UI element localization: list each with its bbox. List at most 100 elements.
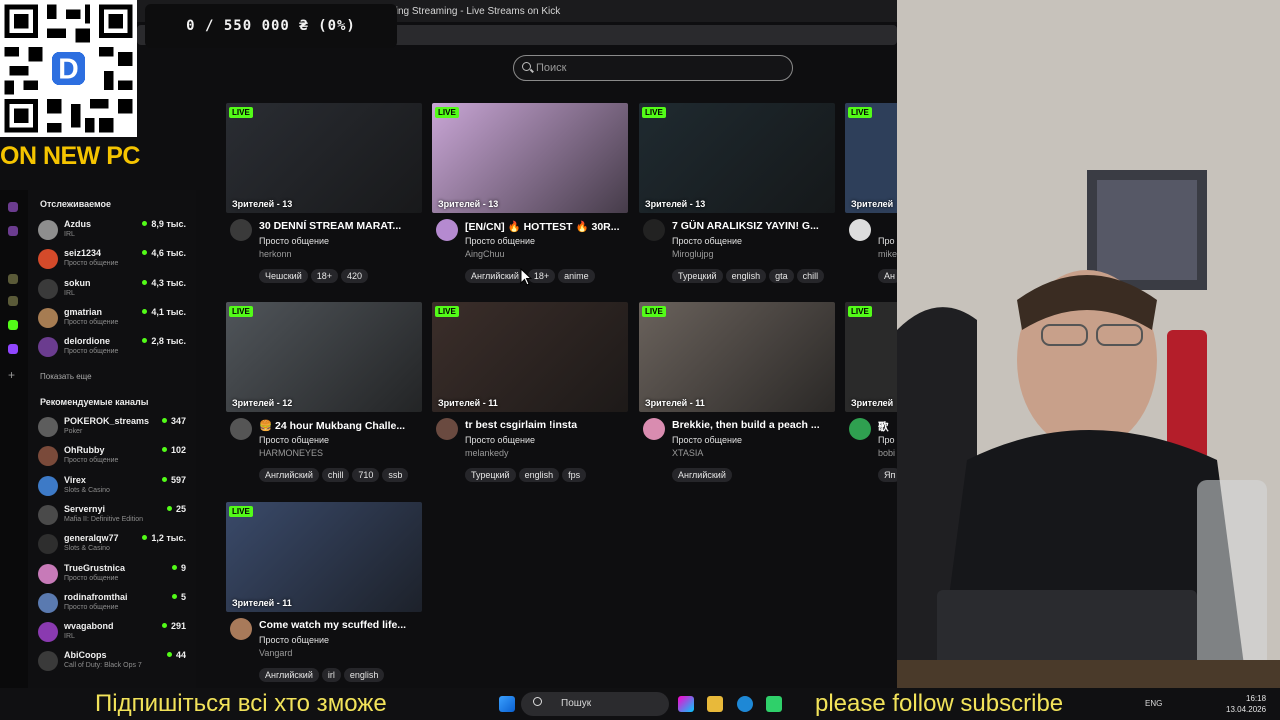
copilot-icon[interactable]	[678, 696, 694, 712]
tag[interactable]: english	[343, 668, 385, 682]
stream-category[interactable]: Просто общение	[465, 435, 535, 445]
stream-title[interactable]: 30 DENNÍ STREAM MARAT...	[259, 220, 422, 232]
sidebar-channel[interactable]: generalqw77 Slots & Casino 1,2 тыс.	[38, 532, 194, 558]
show-more-link[interactable]: Показать еще	[40, 372, 92, 381]
stream-thumbnail[interactable]: LIVE Зрителей - 11	[639, 302, 835, 412]
stream-thumbnail[interactable]: LIVE Зрителей - 13	[432, 103, 628, 213]
tag[interactable]: Английский	[672, 468, 732, 482]
stream-card[interactable]: LIVE Зрителей - 13 30 DENNÍ STREAM MARAT..…	[226, 103, 422, 293]
tag[interactable]: gta	[769, 269, 794, 283]
stream-category[interactable]: Просто общение	[259, 435, 329, 445]
sidebar-channel[interactable]: POKEROK_streams Poker 347	[38, 415, 194, 441]
file-explorer-icon[interactable]	[707, 696, 723, 712]
stream-category[interactable]: Про	[878, 236, 894, 246]
tag[interactable]: fps	[562, 468, 587, 482]
stream-card[interactable]: LIVE Зрителей - 13 7 GÜN ARALIKSIZ YAYIN! …	[639, 103, 835, 293]
stream-thumbnail[interactable]: LIVE Зрителей - 12	[226, 302, 422, 412]
tag[interactable]: Ан	[878, 269, 897, 283]
sidebar-channel[interactable]: TrueGrustnica Просто общение 9	[38, 562, 194, 588]
channel-name[interactable]: Miroglujpg	[672, 249, 714, 259]
stream-category[interactable]: Просто общение	[672, 435, 742, 445]
stream-title[interactable]: [EN/CN] 🔥 HOTTEST 🔥 30R...	[465, 220, 628, 233]
channel-name[interactable]: mike	[878, 249, 897, 259]
app-icon[interactable]	[8, 296, 18, 306]
sidebar-channel[interactable]: Azdus IRL 8,9 тыс.	[38, 218, 194, 244]
tag[interactable]: 18+	[310, 269, 338, 283]
tag[interactable]: Турецкий	[672, 269, 723, 283]
stream-category[interactable]: Просто общение	[259, 635, 329, 645]
tag[interactable]: chill	[796, 269, 825, 283]
channel-name[interactable]: melankedy	[465, 448, 509, 458]
avatar[interactable]	[436, 219, 458, 241]
channel-name[interactable]: XTASIA	[672, 448, 703, 458]
stream-title[interactable]: tr best csgirlaim !insta	[465, 419, 628, 431]
sidebar-channel[interactable]: rodinafromthai Просто общение 5	[38, 591, 194, 617]
avatar[interactable]	[849, 219, 871, 241]
tag[interactable]: Английский	[259, 668, 319, 682]
channel-name[interactable]: bobi	[878, 448, 895, 458]
stream-card[interactable]: LIVE Зрителей - 11 Brekkie, then build a p…	[639, 302, 835, 492]
search-input[interactable]: Поиск	[513, 55, 793, 81]
stream-title[interactable]: 7 GÜN ARALIKSIZ YAYIN! G...	[672, 220, 835, 232]
tag[interactable]: Английский	[259, 468, 319, 482]
stream-thumbnail[interactable]: LIVE Зрителей - 13	[639, 103, 835, 213]
stream-category[interactable]: Просто общение	[672, 236, 742, 246]
stream-title[interactable]: 歌	[878, 419, 897, 434]
stream-thumbnail[interactable]: LIVE Зрителей	[845, 302, 897, 412]
avatar[interactable]	[436, 418, 458, 440]
stream-card[interactable]: LIVE Зрителей - 11 tr best csgirlaim !inst…	[432, 302, 628, 492]
stream-category[interactable]: Просто общение	[259, 236, 329, 246]
tag[interactable]: anime	[558, 269, 595, 283]
language-indicator[interactable]: ENG	[1145, 699, 1162, 708]
avatar[interactable]	[643, 219, 665, 241]
sidebar-channel[interactable]: delordione Просто общение 2,8 тыс.	[38, 335, 194, 361]
sidebar-channel[interactable]: OhRubby Просто общение 102	[38, 444, 194, 470]
app-icon[interactable]	[8, 274, 18, 284]
channel-name[interactable]: AingChuu	[465, 249, 505, 259]
windows-start-icon[interactable]	[499, 696, 515, 712]
tag[interactable]: ssb	[382, 468, 409, 482]
stream-title[interactable]: Brekkie, then build a peach ...	[672, 419, 835, 431]
stream-thumbnail[interactable]: LIVE Зрителей - 11	[226, 502, 422, 612]
add-icon[interactable]: +	[8, 369, 18, 381]
channel-name[interactable]: Vangard	[259, 648, 292, 658]
edge-browser-icon[interactable]	[737, 696, 753, 712]
app-icon[interactable]	[8, 202, 18, 212]
tag[interactable]: Яп	[878, 468, 897, 482]
stream-card[interactable]: LIVE Зрителей Про mike Ан	[845, 103, 897, 293]
kick-app-icon[interactable]	[8, 320, 18, 330]
sidebar-channel[interactable]: AbiCoops Call of Duty: Black Ops 7 44	[38, 649, 194, 675]
sidebar-channel[interactable]: seiz1234 Просто общение 4,6 тыс.	[38, 247, 194, 273]
stream-thumbnail[interactable]: LIVE Зрителей	[845, 103, 897, 213]
sidebar-channel[interactable]: Servernyi Mafia II: Definitive Edition 25	[38, 503, 194, 529]
app-icon[interactable]	[8, 226, 18, 236]
avatar[interactable]	[643, 418, 665, 440]
stream-category[interactable]: Просто общение	[465, 236, 535, 246]
stream-card[interactable]: LIVE Зрителей - 12 🍔 24 hour Mukbang Chall…	[226, 302, 422, 492]
stream-thumbnail[interactable]: LIVE Зрителей - 11	[432, 302, 628, 412]
sidebar-channel[interactable]: wvagabond IRL 291	[38, 620, 194, 646]
tag[interactable]: Чешский	[259, 269, 308, 283]
tag[interactable]: 710	[352, 468, 380, 482]
tag[interactable]: Турецкий	[465, 468, 516, 482]
app-icon[interactable]	[766, 696, 782, 712]
taskbar-search[interactable]: Пошук	[521, 692, 669, 716]
tag[interactable]: 420	[341, 269, 369, 283]
avatar[interactable]	[230, 618, 252, 640]
avatar[interactable]	[230, 418, 252, 440]
clock[interactable]: 16:18 13.04.2026	[1226, 693, 1266, 715]
tag[interactable]: english	[725, 269, 767, 283]
stream-card[interactable]: LIVE Зрителей 歌 Про bobi Яп	[845, 302, 897, 492]
stream-card[interactable]: LIVE Зрителей - 11 Come watch my scuffed l…	[226, 502, 422, 688]
stream-title[interactable]: 🍔 24 hour Mukbang Challe...	[259, 419, 422, 432]
channel-name[interactable]: herkonn	[259, 249, 292, 259]
stream-card[interactable]: LIVE Зрителей - 13 [EN/CN] 🔥 HOTTEST 🔥 30R…	[432, 103, 628, 293]
twitch-app-icon[interactable]	[8, 344, 18, 354]
tag[interactable]: irl	[321, 668, 341, 682]
stream-thumbnail[interactable]: LIVE Зрителей - 13	[226, 103, 422, 213]
tag[interactable]: english	[518, 468, 560, 482]
sidebar-channel[interactable]: sokun IRL 4,3 тыс.	[38, 277, 194, 303]
stream-title[interactable]: Come watch my scuffed life...	[259, 619, 422, 631]
tag[interactable]: Английский	[465, 269, 525, 283]
stream-category[interactable]: Про	[878, 435, 894, 445]
